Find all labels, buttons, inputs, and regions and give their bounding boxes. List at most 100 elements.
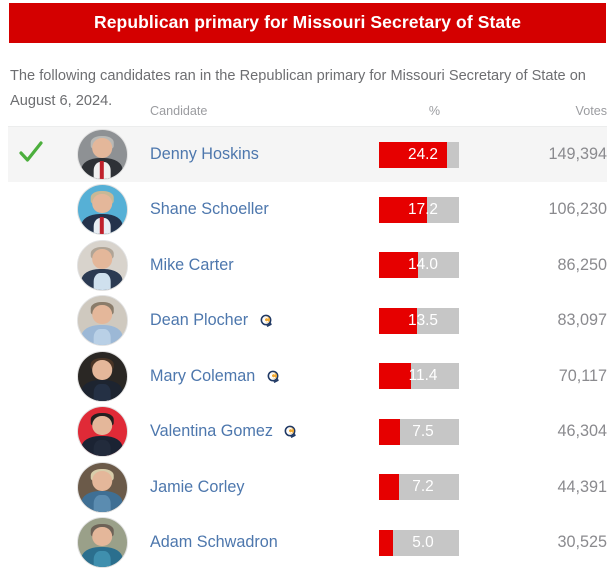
avatar-shirt (93, 328, 111, 346)
table-row[interactable]: Jamie Corley 7.2 44,391 (8, 460, 607, 516)
table-row[interactable]: Valentina Gomez 7.5 46,304 (8, 404, 607, 460)
votes-value: 30,525 (557, 533, 607, 552)
table-row[interactable]: Adam Schwadron 5.0 30,525 (8, 515, 607, 571)
percent-bar: 7.5 (379, 418, 459, 445)
table-row[interactable]: Mike Carter 14.0 86,250 (8, 238, 607, 294)
table-body: Denny Hoskins 24.2 149,394 Shane Schoell… (8, 126, 607, 571)
avatar-shirt (93, 273, 111, 290)
avatar[interactable] (76, 129, 128, 180)
avatar[interactable] (76, 350, 128, 402)
avatar-head (92, 360, 112, 380)
percent-value: 5.0 (412, 533, 434, 551)
candidate-connection-icon[interactable] (259, 313, 273, 328)
percent-bar: 24.2 (379, 141, 459, 168)
candidate-name-cell: Shane Schoeller (150, 182, 367, 238)
percent-value: 17.2 (408, 200, 438, 218)
table-header-row: Candidate % Votes (8, 104, 607, 127)
avatar-shirt (93, 550, 111, 568)
page-title: Republican primary for Missouri Secretar… (93, 12, 522, 33)
candidate-photo-cell (54, 460, 150, 516)
percent-bar: 13.5 (379, 307, 459, 334)
votes-value: 46,304 (557, 422, 607, 441)
percent-value: 7.2 (412, 478, 434, 496)
candidate-name-cell: Jamie Corley (150, 460, 367, 516)
header-photo-spacer (54, 104, 150, 127)
column-header-votes: Votes (502, 104, 607, 127)
candidate-photo-cell (54, 127, 150, 183)
winner-check-cell (8, 460, 54, 516)
winner-check-cell (8, 349, 54, 405)
candidate-name-link[interactable]: Mary Coleman (150, 367, 255, 385)
votes-value: 83,097 (557, 311, 607, 330)
votes-value: 86,250 (557, 255, 607, 274)
candidate-photo-cell (54, 349, 150, 405)
candidate-photo-cell (54, 182, 150, 238)
table-row[interactable]: Mary Coleman 11.4 70,117 (8, 349, 607, 405)
avatar-head (92, 526, 112, 547)
candidate-name-cell: Mary Coleman (150, 349, 367, 405)
percent-cell: 13.5 (367, 293, 502, 349)
table-row[interactable]: Shane Schoeller 17.2 106,230 (8, 182, 607, 238)
candidate-name-link[interactable]: Valentina Gomez (150, 422, 273, 440)
winner-check-cell (8, 127, 54, 183)
avatar-head (92, 304, 112, 325)
avatar-tie (99, 216, 105, 235)
avatar-tie (99, 161, 105, 179)
avatar[interactable] (76, 517, 128, 569)
candidate-connection-icon[interactable] (266, 369, 280, 383)
column-header-candidate: Candidate (150, 104, 367, 127)
avatar[interactable] (76, 406, 128, 458)
avatar[interactable] (76, 295, 128, 347)
winner-check-cell (8, 515, 54, 571)
candidate-name-link[interactable]: Jamie Corley (150, 478, 244, 496)
results-banner: Republican primary for Missouri Secretar… (9, 3, 606, 43)
avatar[interactable] (76, 184, 128, 236)
avatar[interactable] (76, 461, 128, 513)
votes-value: 106,230 (548, 200, 607, 219)
avatar-shirt (93, 439, 111, 457)
avatar-head (92, 138, 112, 158)
candidate-name-link[interactable]: Adam Schwadron (150, 533, 278, 551)
candidate-name-link[interactable]: Mike Carter (150, 256, 234, 274)
candidate-name-link[interactable]: Denny Hoskins (150, 145, 259, 163)
candidate-name-link[interactable]: Shane Schoeller (150, 200, 269, 218)
candidate-name-cell: Valentina Gomez (150, 404, 367, 460)
percent-cell: 7.2 (367, 460, 502, 516)
votes-value: 70,117 (558, 366, 607, 385)
table-row[interactable]: Dean Plocher 13.5 83,097 (8, 293, 607, 349)
candidate-connection-icon[interactable] (283, 424, 297, 439)
candidate-photo-cell (54, 404, 150, 460)
percent-bar: 7.2 (379, 474, 459, 501)
header-check-spacer (8, 104, 54, 127)
votes-value: 149,394 (548, 145, 607, 163)
avatar-head (92, 249, 112, 269)
avatar-head (92, 193, 112, 214)
percent-cell: 17.2 (367, 182, 502, 238)
winner-check-cell (8, 293, 54, 349)
percent-value: 14.0 (408, 256, 438, 274)
results-table: Candidate % Votes Denny Hoskins 24.2 149… (8, 104, 607, 571)
avatar-shirt (93, 495, 111, 512)
table-header: Candidate % Votes (8, 104, 607, 127)
candidate-name-link[interactable]: Dean Plocher (150, 311, 248, 329)
percent-bar: 5.0 (379, 529, 459, 556)
percent-bar: 14.0 (379, 252, 459, 279)
winner-check-cell (8, 238, 54, 294)
percent-cell: 5.0 (367, 515, 502, 571)
avatar-shirt (93, 384, 111, 401)
percent-cell: 24.2 (367, 127, 502, 183)
check-icon (18, 139, 44, 165)
column-header-percent: % (367, 104, 502, 127)
percent-value: 7.5 (412, 422, 434, 440)
votes-value: 44,391 (557, 477, 607, 496)
candidate-name-cell: Adam Schwadron (150, 515, 367, 571)
percent-cell: 14.0 (367, 238, 502, 294)
percent-bar: 11.4 (379, 363, 459, 390)
candidate-name-cell: Mike Carter (150, 238, 367, 294)
table-row[interactable]: Denny Hoskins 24.2 149,394 (8, 126, 607, 183)
candidate-name-cell: Denny Hoskins (150, 127, 367, 183)
avatar-head (92, 415, 112, 436)
avatar[interactable] (76, 239, 128, 291)
candidate-photo-cell (54, 293, 150, 349)
percent-value: 24.2 (408, 145, 438, 163)
